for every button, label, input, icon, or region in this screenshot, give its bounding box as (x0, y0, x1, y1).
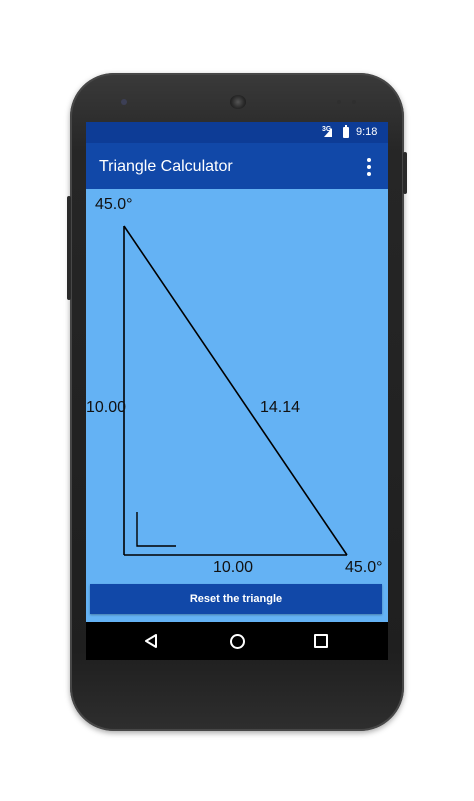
status-bar: 3G 9:18 (86, 122, 388, 143)
triangle-canvas[interactable]: 45.0° 10.00 14.14 10.00 45.0° (86, 189, 388, 622)
power-button (403, 152, 407, 194)
navigation-bar (86, 622, 388, 660)
screen: 3G 9:18 Triangle Calculator 45.0° 10.00 … (86, 122, 388, 660)
sensor-dot (337, 100, 341, 104)
hypotenuse-line (123, 225, 348, 556)
hypotenuse-label: 14.14 (260, 399, 301, 416)
reset-triangle-button[interactable]: Reset the triangle (90, 584, 382, 614)
recents-square-icon[interactable] (314, 634, 328, 648)
status-time: 9:18 (356, 126, 378, 138)
signal-icon (324, 128, 332, 137)
back-triangle-icon[interactable] (144, 634, 158, 648)
more-vert-icon[interactable] (360, 156, 378, 178)
right-angle-marker-icon (136, 512, 176, 547)
volume-button (67, 196, 71, 300)
sensor-dot (352, 100, 356, 104)
right-angle-label: 45.0° (345, 559, 383, 576)
battery-icon (343, 125, 349, 138)
bottom-side-label: 10.00 (213, 559, 254, 576)
earpiece-speaker-icon (230, 95, 246, 109)
top-angle-label: 45.0° (95, 196, 133, 213)
app-title: Triangle Calculator (99, 158, 233, 175)
front-camera-icon (121, 99, 127, 105)
home-circle-icon[interactable] (230, 634, 245, 649)
left-side-label: 10.00 (86, 399, 127, 416)
triangle-drawing (123, 225, 348, 556)
app-bar: Triangle Calculator (86, 143, 388, 189)
